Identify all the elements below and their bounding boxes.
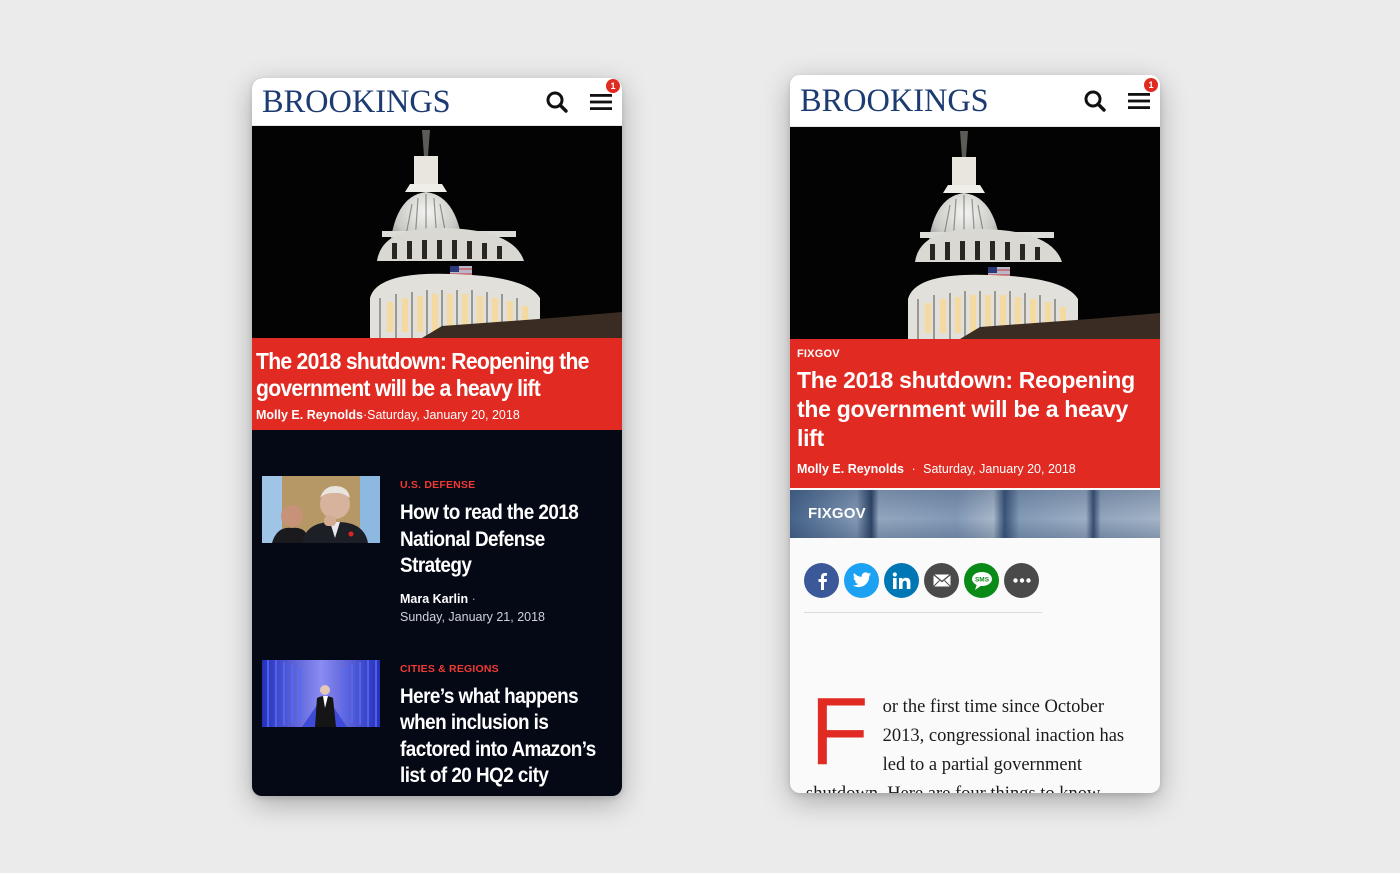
hero-image-capitol[interactable]: [252, 126, 622, 338]
notification-badge: 1: [1144, 78, 1158, 92]
article-byline: Mara Karlin ·: [400, 592, 612, 606]
server-room-image: [262, 659, 380, 727]
search-icon: [546, 91, 568, 113]
series-banner-label: FIXGOV: [808, 505, 866, 522]
capitol-dome-image: [252, 126, 622, 338]
site-header: BROOKINGS 1: [790, 75, 1160, 127]
email-icon: [932, 574, 951, 587]
brookings-logo[interactable]: BROOKINGS: [800, 85, 989, 118]
site-header: BROOKINGS 1: [252, 78, 622, 126]
notification-badge: 1: [606, 79, 620, 93]
article-author[interactable]: Molly E. Reynolds: [797, 462, 904, 476]
search-button[interactable]: [544, 89, 570, 115]
search-button[interactable]: [1082, 88, 1108, 114]
hero-story-card[interactable]: The 2018 shutdown: Reopening the governm…: [252, 338, 622, 430]
article-category[interactable]: U.S. DEFENSE: [400, 479, 612, 491]
capitol-dome-image: [790, 127, 1160, 339]
share-facebook-button[interactable]: [804, 563, 839, 598]
byline-separator: ·: [911, 462, 916, 476]
article-category[interactable]: FIXGOV: [797, 348, 1153, 360]
article-header-band: FIXGOV The 2018 shutdown: Reopening the …: [790, 339, 1160, 488]
list-item[interactable]: U.S. DEFENSE How to read the 2018 Nation…: [262, 476, 612, 624]
article-thumbnail[interactable]: [262, 659, 380, 727]
share-more-button[interactable]: [1004, 563, 1039, 598]
svg-text:SMS: SMS: [974, 576, 989, 583]
article-list: U.S. DEFENSE How to read the 2018 Nation…: [252, 430, 622, 790]
sms-icon: SMS: [971, 571, 992, 590]
hamburger-menu-icon: [1128, 93, 1150, 109]
search-icon: [1084, 90, 1106, 112]
menu-button[interactable]: 1: [588, 79, 620, 115]
article-thumbnail[interactable]: [262, 476, 380, 543]
twitter-icon: [852, 572, 871, 588]
brookings-logo[interactable]: BROOKINGS: [262, 86, 451, 119]
phone-mockup-home: BROOKINGS 1 The 2018 shutdown: Reopening…: [252, 78, 622, 796]
series-banner[interactable]: FIXGOV: [790, 490, 1160, 538]
hamburger-menu-icon: [590, 94, 612, 110]
article-body: F or the first time since October 2013, …: [790, 613, 1160, 794]
person-portrait-image: [262, 476, 380, 543]
article-headline[interactable]: How to read the 2018 National Defense St…: [400, 500, 614, 580]
article-category[interactable]: CITIES & REGIONS: [400, 663, 612, 675]
linkedin-icon: [892, 571, 910, 589]
share-sms-button[interactable]: SMS: [964, 563, 999, 598]
share-linkedin-button[interactable]: [884, 563, 919, 598]
phone-mockup-article: BROOKINGS 1 FIXGOV The 2018 shutdown: Re…: [790, 75, 1160, 793]
list-item[interactable]: CITIES & REGIONS Here’s what happens whe…: [262, 659, 614, 790]
hero-date: Saturday, January 20, 2018: [367, 408, 520, 422]
more-options-icon: [1012, 578, 1031, 583]
hero-image-capitol: [790, 127, 1160, 339]
drop-cap: F: [810, 678, 869, 785]
article-author[interactable]: Mara Karlin: [400, 592, 468, 606]
menu-button[interactable]: 1: [1126, 78, 1158, 114]
byline-separator: ·: [471, 591, 476, 606]
article-date: Saturday, January 20, 2018: [923, 462, 1076, 476]
article-byline: Molly E. Reynolds · Saturday, January 20…: [797, 462, 1153, 476]
hero-headline[interactable]: The 2018 shutdown: Reopening the governm…: [256, 348, 616, 402]
article-headline[interactable]: Here’s what happens when inclusion is fa…: [400, 684, 614, 790]
share-bar: SMS: [790, 538, 1160, 598]
article-date: Sunday, January 21, 2018: [400, 609, 546, 624]
article-headline: The 2018 shutdown: Reopening the governm…: [797, 367, 1135, 451]
hero-byline: Molly E. Reynolds·Saturday, January 20, …: [256, 408, 618, 422]
hero-author[interactable]: Molly E. Reynolds: [256, 408, 363, 422]
facebook-icon: [818, 572, 827, 590]
share-twitter-button[interactable]: [844, 563, 879, 598]
share-email-button[interactable]: [924, 563, 959, 598]
